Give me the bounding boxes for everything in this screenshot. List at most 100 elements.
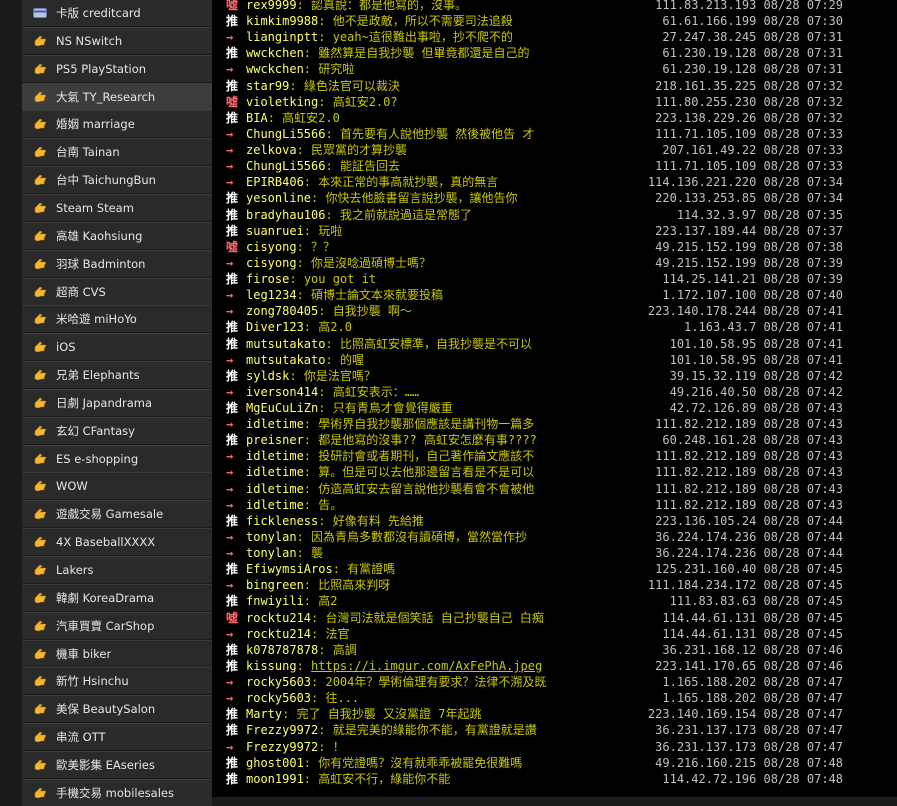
credit-card-icon — [32, 6, 48, 20]
push-userid[interactable]: firose — [246, 272, 289, 286]
sidebar-board-item[interactable]: 美保 BeautySalon — [22, 695, 212, 723]
push-userid[interactable]: ChungLi5566 — [246, 127, 325, 141]
push-userid[interactable]: violetking — [246, 95, 318, 109]
push-userid[interactable]: mutsutakato — [246, 353, 325, 367]
sidebar-board-item[interactable]: 羽球 Badminton — [22, 249, 212, 277]
push-content: yeah~這很難出事啦，抄不爬不的 — [332, 30, 513, 45]
sidebar-board-item[interactable]: 兄弟 Elephants — [22, 361, 212, 389]
push-userid[interactable]: yesonline — [246, 191, 311, 205]
sidebar-board-item[interactable]: 韓劇 KoreaDrama — [22, 583, 212, 611]
push-userid[interactable]: Marty — [246, 707, 282, 721]
push-userid[interactable]: EPIRB406 — [246, 175, 304, 189]
push-ip-datetime: 111.71.105.109 08/28 07:33 — [655, 126, 843, 141]
push-userid[interactable]: moon1991 — [246, 772, 304, 786]
sidebar-board-item[interactable]: PS5 PlayStation — [22, 54, 212, 82]
push-userid[interactable]: EfiwymsiAros — [246, 562, 333, 576]
push-userid[interactable]: star99 — [246, 79, 289, 93]
push-userid[interactable]: rex9999 — [246, 0, 297, 12]
sidebar-board-item[interactable]: 卡版 creditcard — [22, 0, 212, 26]
sidebar-board-item[interactable]: 4X BaseballXXXX — [22, 528, 212, 556]
push-ip-datetime: 60.248.161.28 08/28 07:43 — [662, 433, 843, 448]
board-label: 手機交易 mobilesales — [56, 785, 174, 800]
push-userid[interactable]: iverson414 — [246, 385, 318, 399]
push-separator: : — [296, 255, 312, 270]
board-label: PS5 PlayStation — [56, 61, 147, 76]
push-separator: : — [311, 191, 326, 206]
push-userid[interactable]: suanruei — [246, 224, 304, 238]
push-userid[interactable]: idletime — [246, 498, 304, 512]
push-link[interactable]: https://i.imgur.com/AxFePhA.jpeg — [311, 659, 542, 673]
sidebar-board-item[interactable]: 台南 Tainan — [22, 138, 212, 166]
push-tag: → — [226, 578, 234, 593]
push-userid[interactable]: leg1234 — [246, 288, 297, 302]
push-userid[interactable]: k078787878 — [246, 643, 318, 657]
push-userid[interactable]: lianginptt — [246, 30, 318, 44]
push-userid[interactable]: cisyong — [246, 256, 297, 270]
board-label: 羽球 Badminton — [56, 256, 146, 271]
sidebar-board-item[interactable]: 台中 TaichungBun — [22, 166, 212, 194]
push-userid[interactable]: ChungLi5566 — [246, 159, 325, 173]
sidebar-board-item[interactable]: 歐美影集 EAseries — [22, 750, 212, 778]
sidebar-board-item[interactable]: Steam Steam — [22, 193, 212, 221]
push-userid[interactable]: Frezzy9972 — [246, 740, 318, 754]
push-userid[interactable]: tonylan — [246, 530, 297, 544]
push-userid[interactable]: idletime — [246, 465, 304, 479]
push-userid[interactable]: idletime — [246, 482, 304, 496]
sidebar-board-item[interactable]: 汽車買賣 CarShop — [22, 611, 212, 639]
push-userid[interactable]: preisner — [246, 433, 304, 447]
push-separator: : — [289, 368, 304, 383]
push-userid[interactable]: fnwiyili — [246, 594, 304, 608]
sidebar-board-item[interactable]: iOS — [22, 333, 212, 361]
push-tag: → — [226, 675, 234, 690]
push-userid[interactable]: kimkim9988 — [246, 14, 318, 28]
push-userid[interactable]: BIA — [246, 111, 268, 125]
sidebar-board-item[interactable]: 手機交易 mobilesales — [22, 778, 212, 806]
push-userid[interactable]: idletime — [246, 417, 304, 431]
push-userid[interactable]: idletime — [246, 449, 304, 463]
push-separator: : — [303, 175, 319, 190]
sidebar-board-item[interactable]: 日劇 Japandrama — [22, 388, 212, 416]
push-userid[interactable]: mutsutakato — [246, 337, 325, 351]
push-content: you got it — [303, 272, 377, 287]
sidebar-board-item[interactable]: Lakers — [22, 556, 212, 583]
sidebar-board-item[interactable]: 串流 OTT — [22, 723, 212, 751]
push-ip-datetime: 61.230.19.128 08/28 07:31 — [662, 46, 843, 61]
push-userid[interactable]: syldsk — [246, 369, 289, 383]
push-userid[interactable]: zong780405 — [246, 304, 318, 318]
push-userid[interactable]: tonylan — [246, 546, 297, 560]
push-userid[interactable]: Frezzy9972 — [246, 723, 318, 737]
push-userid[interactable]: kissung — [246, 659, 297, 673]
push-userid[interactable]: fickleness — [246, 514, 318, 528]
sidebar-board-item[interactable]: 遊戲交易 Gamesale — [22, 500, 212, 528]
push-userid[interactable]: MgEuCuLiZn — [246, 401, 318, 415]
push-userid[interactable]: ghost001 — [246, 756, 304, 770]
push-userid[interactable]: wwckchen — [246, 46, 304, 60]
sidebar-board-item[interactable]: 高雄 Kaohsiung — [22, 221, 212, 249]
push-userid[interactable]: cisyong — [246, 240, 297, 254]
sidebar-board-item[interactable]: 大氣 TY_Research — [22, 82, 212, 110]
push-userid[interactable]: Diver123 — [246, 320, 304, 334]
sidebar-board-item[interactable]: 超商 CVS — [22, 277, 212, 305]
sidebar-board-item[interactable]: ES e-shopping — [22, 444, 212, 472]
push-separator: : — [325, 159, 340, 174]
sidebar-board-item[interactable]: WOW — [22, 472, 212, 500]
push-userid[interactable]: rocktu214 — [246, 611, 311, 625]
push-list: 噓 rex9999: 認真說：都是他寫的，沒事。 111.83.213.193 08… — [212, 0, 897, 797]
push-userid[interactable]: rocky5603 — [246, 691, 311, 705]
sidebar-board-item[interactable]: 米哈遊 miHoYo — [22, 305, 212, 333]
sidebar-board-item[interactable]: 婚姻 marriage — [22, 110, 212, 138]
push-content: 雖然算是自我抄襲 但畢竟都還是自己的 — [318, 46, 530, 61]
push-userid[interactable]: wwckchen — [246, 62, 304, 76]
push-content: ！ — [332, 739, 345, 754]
push-userid[interactable]: zelkova — [246, 143, 297, 157]
push-separator: : — [318, 14, 333, 29]
sidebar-board-item[interactable]: 新竹 Hsinchu — [22, 667, 212, 695]
sidebar-board-item[interactable]: 機車 biker — [22, 639, 212, 667]
sidebar-board-item[interactable]: 玄幻 CFantasy — [22, 416, 212, 444]
push-userid[interactable]: bradyhau106 — [246, 208, 325, 222]
sidebar-board-item[interactable]: NS NSwitch — [22, 26, 212, 54]
push-row: 噓 rex9999: 認真說：都是他寫的，沒事。 111.83.213.193 08… — [226, 0, 897, 13]
push-userid[interactable]: rocky5603 — [246, 675, 311, 689]
push-userid[interactable]: rocktu214 — [246, 627, 311, 641]
push-userid[interactable]: bingreen — [246, 578, 304, 592]
